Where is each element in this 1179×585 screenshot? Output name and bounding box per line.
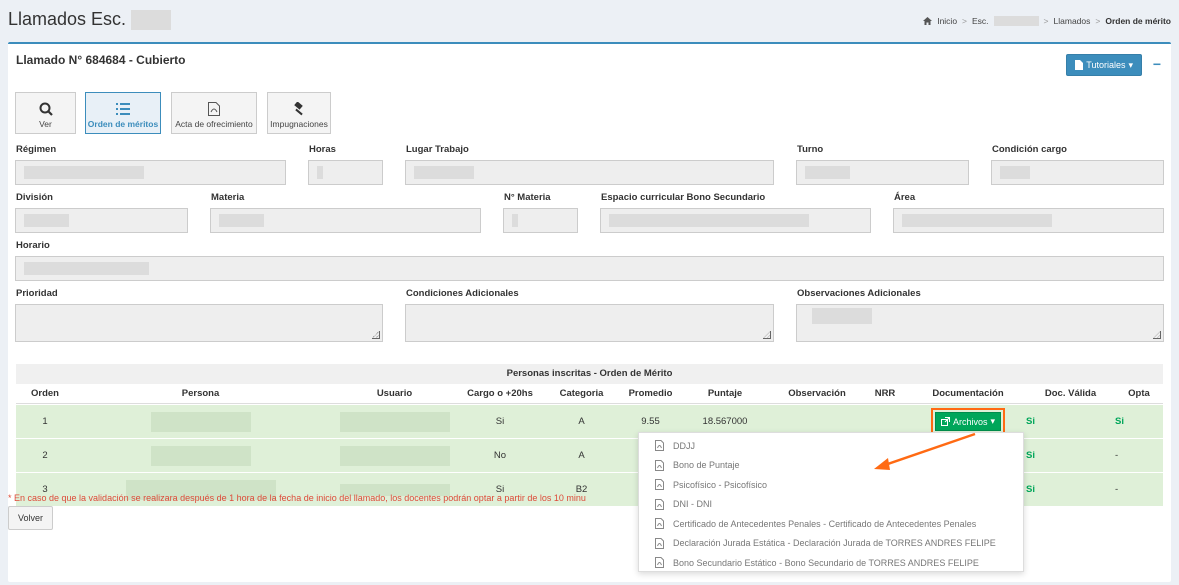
th-categoria: Categoria [559, 388, 604, 399]
horario-field [15, 256, 1164, 281]
file-pdf-icon [655, 440, 664, 452]
nmateria-field [503, 208, 578, 233]
th-opta: Opta [1128, 388, 1150, 399]
materia-label: Materia [211, 192, 245, 203]
espacio-label: Espacio curricular Bono Secundario [601, 192, 766, 203]
turno-field [796, 160, 969, 185]
list-ordered-icon [116, 103, 130, 115]
materia-field [210, 208, 481, 233]
regimen-label: Régimen [16, 144, 57, 155]
validation-footnote: * En caso de que la validación se realiz… [8, 493, 586, 503]
external-link-icon [940, 417, 950, 426]
turno-label: Turno [797, 144, 824, 155]
division-label: División [16, 192, 53, 203]
area-label: Área [894, 192, 916, 203]
th-cargo: Cargo o +20hs [467, 388, 533, 399]
condicion-field [991, 160, 1164, 185]
file-pdf-icon [655, 459, 664, 471]
box-title: Llamado N° 684684 - Cubierto [16, 53, 186, 67]
th-orden: Orden [31, 388, 59, 399]
tutoriales-button[interactable]: Tutoriales ▾ [1066, 54, 1142, 76]
th-puntaje: Puntaje [707, 388, 743, 399]
dropdown-item-dni[interactable]: DNI - DNI [639, 495, 1023, 515]
page-title: Llamados Esc. [8, 9, 172, 31]
file-icon [1075, 60, 1084, 70]
redacted-school [993, 16, 1039, 26]
table-title: Personas inscritas - Orden de Mérito [16, 364, 1163, 384]
prioridad-textarea[interactable] [15, 304, 383, 342]
volver-button[interactable]: Volver [8, 506, 53, 530]
area-field [893, 208, 1164, 233]
redacted-school-name [131, 10, 172, 31]
caret-down-icon: ▾ [1128, 59, 1133, 70]
gavel-icon [294, 102, 303, 116]
breadcrumb: Inicio > Esc. > Llamados > Orden de méri… [923, 16, 1171, 26]
horario-label: Horario [16, 240, 50, 251]
condicion-label: Condición cargo [992, 144, 1067, 155]
lugar-field [405, 160, 774, 185]
dropdown-item-psicofisico[interactable]: Psicofísico - Psicofísico [639, 475, 1023, 495]
th-observacion: Observación [788, 388, 846, 399]
collapse-button[interactable]: − [1153, 56, 1161, 72]
file-pdf-icon [655, 498, 664, 510]
horas-label: Horas [309, 144, 336, 155]
home-icon [923, 17, 933, 25]
breadcrumb-home[interactable]: Inicio [937, 16, 957, 26]
th-promedio: Promedio [628, 388, 673, 399]
observaciones-textarea[interactable] [796, 304, 1164, 342]
file-pdf-icon [655, 479, 664, 491]
observaciones-label: Observaciones Adicionales [797, 288, 921, 299]
table-header: Orden Persona Usuario Cargo o +20hs Cate… [16, 384, 1163, 404]
dropdown-item-bono-secundario[interactable]: Bono Secundario Estático - Bono Secundar… [639, 553, 1023, 573]
division-field [15, 208, 188, 233]
archivos-button[interactable]: Archivos ▾ [930, 408, 1006, 435]
condiciones-textarea[interactable] [405, 304, 774, 342]
dropdown-item-antecedentes[interactable]: Certificado de Antecedentes Penales - Ce… [639, 514, 1023, 534]
dropdown-item-declaracion-jurada[interactable]: Declaración Jurada Estática - Declaració… [639, 534, 1023, 554]
th-nrr: NRR [874, 388, 896, 399]
nmateria-label: N° Materia [504, 192, 551, 203]
search-icon [39, 102, 53, 116]
condiciones-label: Condiciones Adicionales [406, 288, 519, 299]
file-pdf-icon [655, 557, 664, 569]
th-doc-valida: Doc. Válida [1044, 388, 1097, 399]
breadcrumb-school[interactable]: Esc. [972, 16, 989, 26]
file-pdf-icon [208, 102, 220, 116]
breadcrumb-current: Orden de mérito [1105, 16, 1171, 26]
caret-down-icon: ▾ [990, 416, 996, 426]
annotation-arrow [874, 432, 976, 470]
th-documentacion: Documentación [932, 388, 1004, 399]
horas-field [308, 160, 383, 185]
impugnaciones-button[interactable]: Impugnaciones [267, 92, 331, 134]
regimen-field [15, 160, 286, 185]
breadcrumb-llamados[interactable]: Llamados [1054, 16, 1091, 26]
th-persona: Persona [181, 388, 220, 399]
acta-ofrecimiento-button[interactable]: Acta de ofrecimiento [171, 92, 257, 134]
ver-button[interactable]: Ver [15, 92, 76, 134]
lugar-label: Lugar Trabajo [406, 144, 469, 155]
prioridad-label: Prioridad [16, 288, 58, 299]
orden-meritos-button[interactable]: Orden de méritos [85, 92, 161, 134]
th-usuario: Usuario [376, 388, 413, 399]
file-pdf-icon [655, 518, 664, 530]
file-pdf-icon [655, 537, 664, 549]
espacio-field [600, 208, 871, 233]
